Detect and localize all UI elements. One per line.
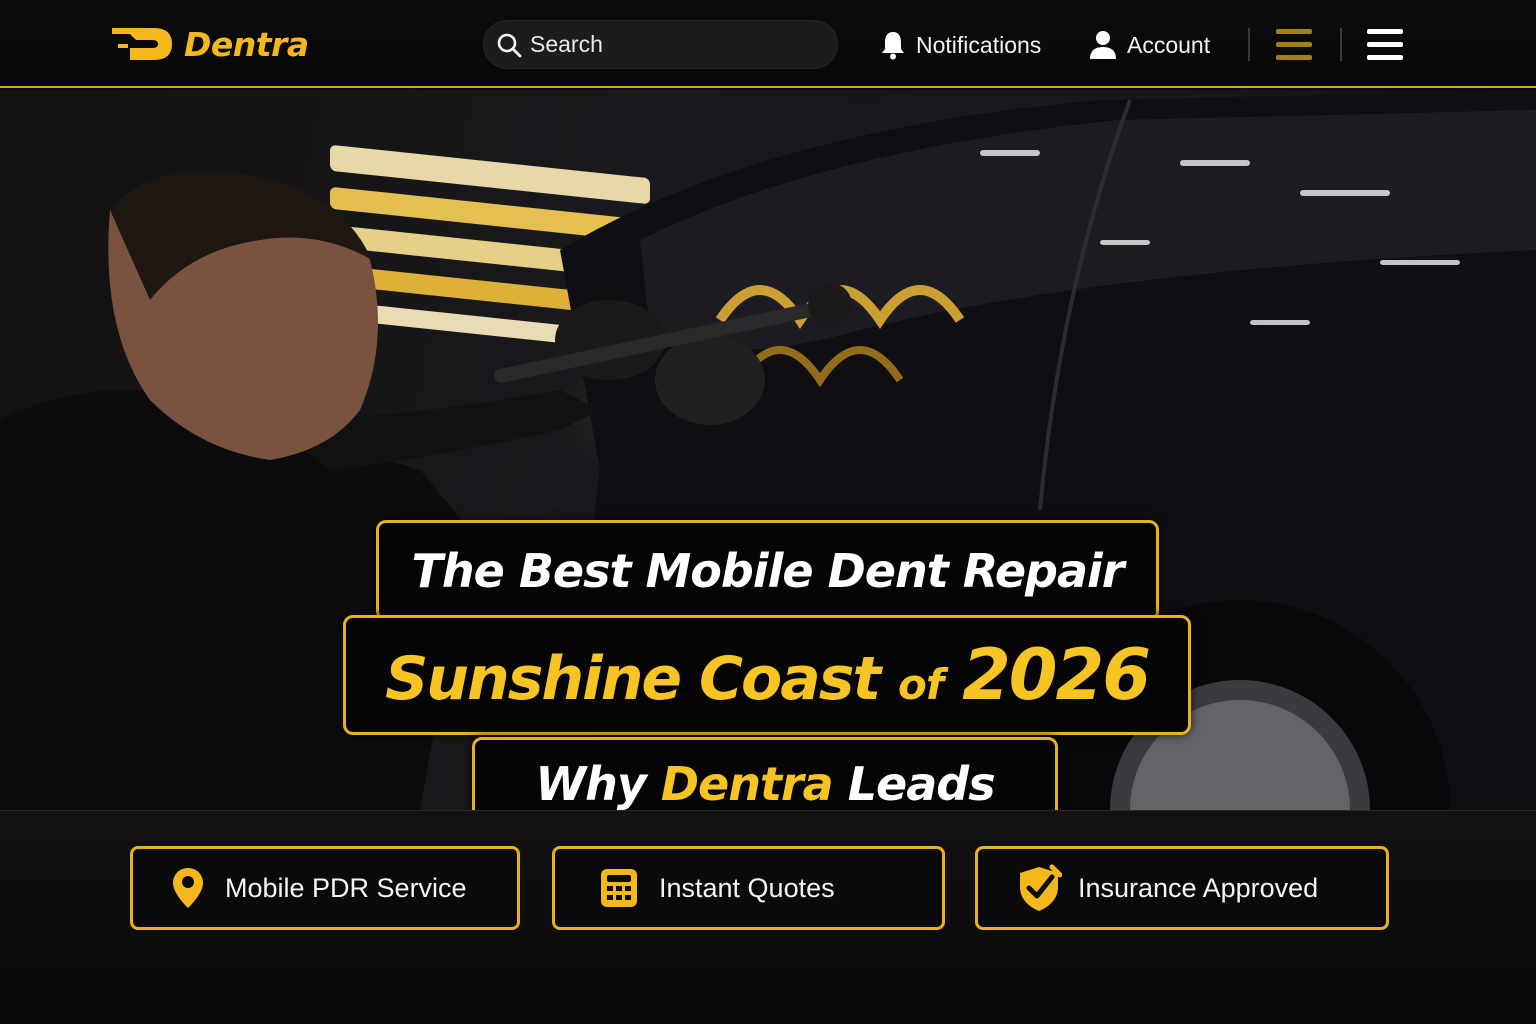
headline-text: The Best Mobile Dent Repair xyxy=(411,543,1125,598)
feature-insurance-approved[interactable]: Insurance Approved xyxy=(975,846,1389,930)
headline-brand: Dentra xyxy=(660,756,834,811)
bell-icon xyxy=(882,32,904,60)
search-icon xyxy=(497,33,522,57)
headline-why: Why xyxy=(535,756,646,811)
hamburger-menu-icon[interactable] xyxy=(1367,29,1403,60)
search-bar[interactable] xyxy=(483,20,838,69)
brand-logo[interactable]: Dentra xyxy=(110,22,309,66)
menu-icon[interactable] xyxy=(1276,29,1312,60)
feature-instant-quotes[interactable]: Instant Quotes xyxy=(552,846,945,930)
headline-line-2: Sunshine Coast of 2026 xyxy=(343,615,1191,735)
feature-label: Insurance Approved xyxy=(1078,872,1319,903)
headline-leads: Leads xyxy=(847,756,996,811)
feature-mobile-pdr-service[interactable]: Mobile PDR Service xyxy=(130,846,520,930)
account-button[interactable]: Account xyxy=(1089,27,1210,63)
top-navigation-bar: Dentra Notifications Account xyxy=(0,0,1536,88)
map-pin-icon xyxy=(173,868,203,908)
headline-of: of xyxy=(898,660,944,709)
nav-divider xyxy=(1248,28,1250,61)
calculator-icon xyxy=(601,869,637,907)
headline-location-name: Sunshine Coast xyxy=(385,644,881,714)
notifications-label: Notifications xyxy=(916,31,1042,58)
features-row: Mobile PDR Service Instant Quotes Insura… xyxy=(0,810,1536,1024)
headline-line-3: Why Dentra Leads xyxy=(472,737,1058,810)
dentra-logo-icon xyxy=(112,28,172,60)
headline-location: Sunshine Coast of 2026 xyxy=(385,634,1151,716)
account-label: Account xyxy=(1127,31,1211,58)
headline-line-1: The Best Mobile Dent Repair xyxy=(376,520,1159,621)
feature-label: Instant Quotes xyxy=(659,872,835,903)
brand-name: Dentra xyxy=(184,24,309,64)
headline-subtitle: Why Dentra Leads xyxy=(535,756,996,811)
notifications-button[interactable]: Notifications xyxy=(880,27,1041,63)
feature-label: Mobile PDR Service xyxy=(225,872,467,903)
user-icon xyxy=(1090,31,1116,59)
shield-check-icon xyxy=(1020,864,1062,911)
hero-section: The Best Mobile Dent Repair Sunshine Coa… xyxy=(0,90,1536,810)
nav-divider xyxy=(1340,28,1342,61)
search-input[interactable] xyxy=(530,31,820,58)
headline-year: 2026 xyxy=(962,634,1151,716)
